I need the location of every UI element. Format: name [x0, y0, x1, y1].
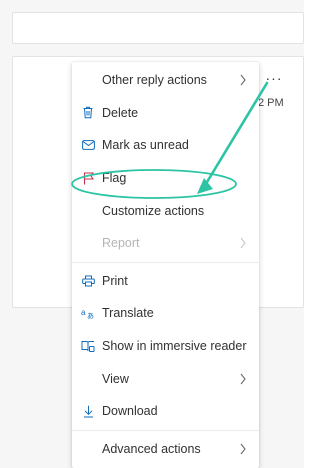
chevron-right-icon	[240, 443, 246, 455]
svg-text:a: a	[81, 308, 86, 317]
menu-item-download[interactable]: Download	[72, 395, 259, 428]
message-time: 2 PM	[258, 97, 284, 109]
download-icon	[81, 404, 95, 418]
printer-icon	[81, 274, 95, 288]
menu-item-view[interactable]: View	[72, 362, 259, 395]
menu-item-label: Show in immersive reader	[102, 339, 247, 354]
menu-divider	[72, 261, 259, 263]
menu-divider	[72, 429, 259, 431]
menu-item-report: Report	[72, 227, 259, 260]
menu-item-mark-as-unread[interactable]: Mark as unread	[72, 129, 259, 162]
menu-item-label: Other reply actions	[102, 73, 207, 88]
chevron-right-icon	[240, 74, 246, 86]
menu-item-label: Delete	[102, 105, 139, 120]
menu-item-translate[interactable]: aあ Translate	[72, 297, 259, 330]
menu-item-customize-actions[interactable]: Customize actions	[72, 194, 259, 227]
flag-icon	[81, 171, 95, 185]
menu-item-print[interactable]: Print	[72, 265, 259, 298]
chevron-right-icon	[240, 237, 246, 249]
more-actions-icon: ···	[265, 70, 283, 86]
menu-item-other-reply-actions[interactable]: Other reply actions	[72, 64, 259, 97]
menu-item-delete[interactable]: Delete	[72, 97, 259, 130]
header-bar	[12, 12, 304, 44]
menu-item-advanced-actions[interactable]: Advanced actions	[72, 433, 259, 466]
menu-item-label: View	[102, 371, 129, 386]
menu-item-label: Download	[102, 404, 158, 419]
chevron-right-icon	[240, 373, 246, 384]
menu-item-label: Flag	[102, 171, 127, 186]
trash-icon	[81, 106, 95, 120]
immersive-reader-icon	[81, 339, 95, 353]
menu-item-flag[interactable]: Flag	[72, 162, 259, 195]
menu-item-label: Translate	[102, 306, 154, 321]
menu-item-immersive-reader[interactable]: Show in immersive reader	[72, 330, 259, 363]
more-actions-menu: Other reply actions Delete Mark as unrea…	[72, 62, 259, 468]
menu-item-label: Print	[102, 273, 128, 288]
menu-item-label: Report	[102, 236, 140, 251]
envelope-icon	[81, 138, 95, 152]
translate-icon: aあ	[81, 306, 95, 320]
menu-item-label: Mark as unread	[102, 138, 189, 153]
menu-item-label: Customize actions	[102, 203, 205, 218]
svg-text:あ: あ	[87, 312, 94, 319]
menu-item-label: Advanced actions	[102, 441, 201, 456]
more-actions-button[interactable]: ···	[262, 66, 286, 90]
